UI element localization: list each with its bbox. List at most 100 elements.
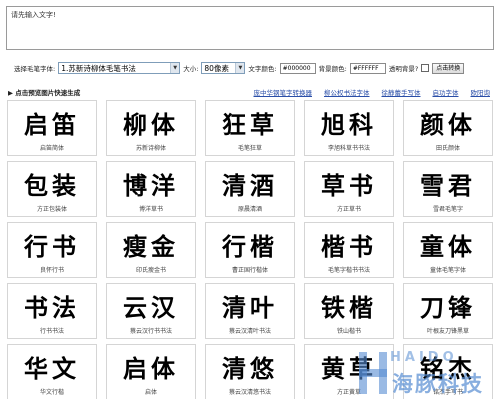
font-card[interactable]: 刀锋 叶根友刀锋黑草 xyxy=(403,283,493,339)
font-caption: 李旭科草书书法 xyxy=(327,145,370,152)
size-select-value: 80像素 xyxy=(204,63,229,73)
swap-button[interactable]: 点击转换 xyxy=(432,62,465,74)
font-caption: 方正包装体 xyxy=(36,206,67,213)
font-preview-grid: 启笛启笛简体 柳体苏新诗柳体 狂草毛笔狂草 旭科李旭科草书书法 颜体田氏颜体 包… xyxy=(7,100,495,399)
font-sample: 铭杰 xyxy=(420,353,476,383)
font-sample: 颜体 xyxy=(420,109,476,139)
font-caption: 雪君毛笔字 xyxy=(432,206,463,213)
link-qigong[interactable]: 启功字体 xyxy=(433,87,459,97)
size-select[interactable]: 80像素 ▼ xyxy=(201,62,246,74)
font-sample: 楷书 xyxy=(321,231,377,261)
font-card[interactable]: 颜体 田氏颜体 xyxy=(403,100,493,156)
font-caption: 行书书法 xyxy=(39,328,64,335)
font-caption: 良怀行书 xyxy=(39,267,64,274)
font-select[interactable]: 1.苏新诗柳体毛笔书法 ▼ xyxy=(58,62,181,74)
text-color-label: 文字颜色: xyxy=(248,65,277,73)
font-caption: 蔡云汉行书书法 xyxy=(129,328,172,335)
font-card[interactable]: 童体 童体毛笔字体 xyxy=(403,222,493,278)
font-caption: 叶根友刀锋黑草 xyxy=(426,328,469,335)
dropdown-arrow-icon[interactable]: ▼ xyxy=(170,63,180,73)
font-card[interactable]: 书法 行书书法 xyxy=(7,283,97,339)
font-sample: 启体 xyxy=(123,353,179,383)
font-caption: 曹正国行楷体 xyxy=(231,267,268,274)
preview-header: ▶ 点击预览图片快速生成 庞中华钢笔字转换器 柳公权书法字体 徐静蕾手写体 启功… xyxy=(8,86,494,98)
font-caption: 毛笔字楷书书法 xyxy=(327,267,370,274)
preview-title: ▶ 点击预览图片快速生成 xyxy=(8,89,81,97)
bg-color-input[interactable]: #FFFFFF xyxy=(349,62,386,74)
font-card[interactable]: 铭杰 铭杰手写书 xyxy=(403,344,493,399)
font-caption: 启体 xyxy=(144,389,157,396)
font-caption: 启笛简体 xyxy=(39,145,64,152)
font-caption: 铭杰手写书 xyxy=(432,389,463,396)
font-select-value: 1.苏新诗柳体毛笔书法 xyxy=(61,63,136,73)
font-card[interactable]: 行楷 曹正国行楷体 xyxy=(205,222,295,278)
font-sample: 瘦金 xyxy=(123,231,179,261)
font-caption: 印氏瘦金书 xyxy=(135,267,166,274)
link-pang-zhonghua[interactable]: 庞中华钢笔字转换器 xyxy=(254,87,313,97)
font-caption: 方正黄草 xyxy=(336,389,361,396)
size-label: 大小: xyxy=(183,65,199,73)
font-sample: 行楷 xyxy=(222,231,278,261)
font-card[interactable]: 清酒 原晨清酒 xyxy=(205,161,295,217)
font-card[interactable]: 楷书 毛笔字楷书书法 xyxy=(304,222,394,278)
font-card[interactable]: 草书 方正草书 xyxy=(304,161,394,217)
link-ouyang-xun[interactable]: 欧阳询 xyxy=(471,87,491,97)
font-card[interactable]: 铁楷 铁山楷书 xyxy=(304,283,394,339)
transparent-label: 透明背景? xyxy=(388,65,419,73)
font-caption: 华文行楷 xyxy=(39,389,64,396)
font-sample: 刀锋 xyxy=(420,292,476,322)
font-sample: 草书 xyxy=(321,170,377,200)
font-caption: 蔡云汉清悠书法 xyxy=(228,389,271,396)
font-sample: 书法 xyxy=(24,292,80,322)
font-sample: 华文 xyxy=(24,353,80,383)
font-card[interactable]: 黄草 方正黄草 xyxy=(304,344,394,399)
transparent-checkbox[interactable] xyxy=(421,64,430,72)
font-caption: 苏新诗柳体 xyxy=(135,145,166,152)
font-sample: 清叶 xyxy=(222,292,278,322)
text-color-input[interactable]: #000000 xyxy=(279,62,316,74)
font-card[interactable]: 华文 华文行楷 xyxy=(7,344,97,399)
font-caption: 铁山楷书 xyxy=(336,328,361,335)
link-xu-jinglei[interactable]: 徐静蕾手写体 xyxy=(382,87,421,97)
dropdown-arrow-icon[interactable]: ▼ xyxy=(235,63,245,73)
font-card[interactable]: 清悠 蔡云汉清悠书法 xyxy=(205,344,295,399)
options-bar: 选择毛笔字体: 1.苏新诗柳体毛笔书法 ▼ 大小: 80像素 ▼ 文字颜色: #… xyxy=(14,61,494,75)
font-caption: 原晨清酒 xyxy=(237,206,262,213)
font-card[interactable]: 瘦金 印氏瘦金书 xyxy=(106,222,196,278)
font-sample: 狂草 xyxy=(222,109,278,139)
font-label: 选择毛笔字体: xyxy=(14,65,56,73)
font-card[interactable]: 狂草 毛笔狂草 xyxy=(205,100,295,156)
font-card[interactable]: 柳体 苏新诗柳体 xyxy=(106,100,196,156)
font-sample: 柳体 xyxy=(123,109,179,139)
font-caption: 毛笔狂草 xyxy=(237,145,262,152)
font-card[interactable]: 清叶 蔡云汉清叶书法 xyxy=(205,283,295,339)
font-caption: 方正草书 xyxy=(336,206,361,213)
font-links: 庞中华钢笔字转换器 柳公权书法字体 徐静蕾手写体 启功字体 欧阳询 xyxy=(254,87,495,97)
font-card[interactable]: 旭科 李旭科草书书法 xyxy=(304,100,394,156)
font-sample: 云汉 xyxy=(123,292,179,322)
font-card[interactable]: 行书 良怀行书 xyxy=(7,222,97,278)
bg-color-label: 背景颜色: xyxy=(318,65,347,73)
font-sample: 旭科 xyxy=(321,109,377,139)
font-sample: 行书 xyxy=(24,231,80,261)
font-caption: 博洋草书 xyxy=(138,206,163,213)
font-sample: 清悠 xyxy=(222,353,278,383)
font-sample: 包装 xyxy=(24,170,80,200)
font-card[interactable]: 包装 方正包装体 xyxy=(7,161,97,217)
font-sample: 博洋 xyxy=(123,170,179,200)
link-liu-gongquan[interactable]: 柳公权书法字体 xyxy=(324,87,370,97)
font-sample: 铁楷 xyxy=(321,292,377,322)
font-sample: 清酒 xyxy=(222,170,278,200)
font-caption: 蔡云汉清叶书法 xyxy=(228,328,271,335)
font-card[interactable]: 雪君 雪君毛笔字 xyxy=(403,161,493,217)
font-sample: 黄草 xyxy=(321,353,377,383)
font-caption: 童体毛笔字体 xyxy=(429,267,466,274)
font-sample: 童体 xyxy=(420,231,476,261)
font-sample: 启笛 xyxy=(24,109,80,139)
font-caption: 田氏颜体 xyxy=(435,145,460,152)
font-card[interactable]: 启笛 启笛简体 xyxy=(7,100,97,156)
font-card[interactable]: 博洋 博洋草书 xyxy=(106,161,196,217)
font-card[interactable]: 云汉 蔡云汉行书书法 xyxy=(106,283,196,339)
text-input-area[interactable]: 请先输入文字! xyxy=(6,6,494,50)
font-card[interactable]: 启体 启体 xyxy=(106,344,196,399)
